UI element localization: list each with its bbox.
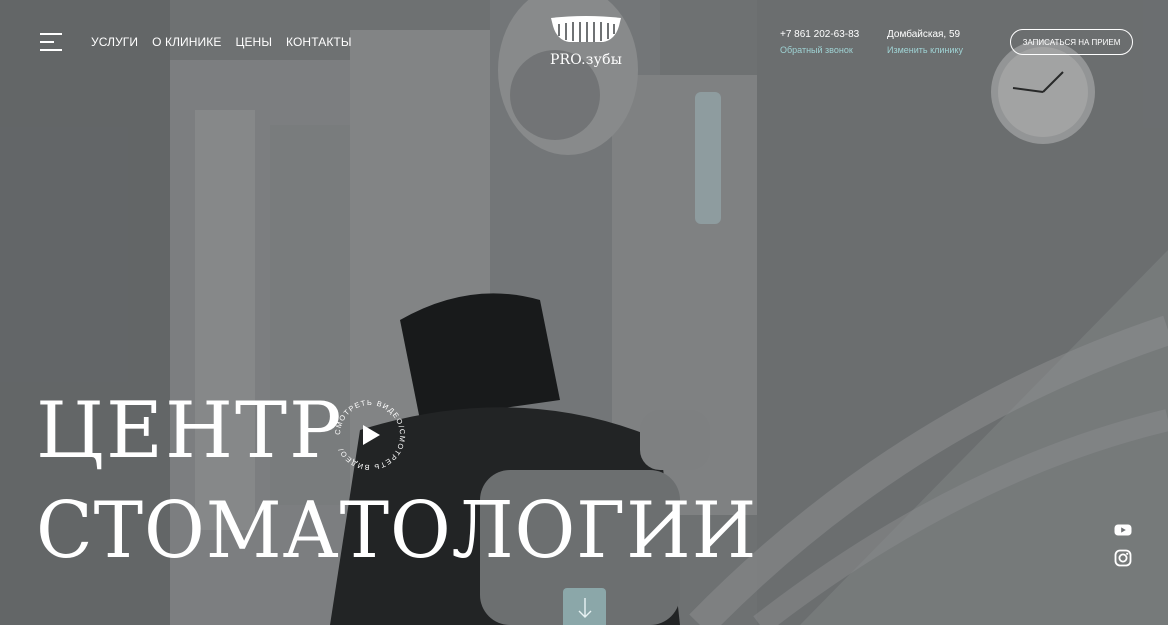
hero-headline: ЦЕНТР СТОМАТОЛОГИИ xyxy=(36,392,795,570)
video-ring: СМОТРЕТЬ ВИДЕО/СМОТРЕТЬ ВИДЕО/ xyxy=(333,398,406,472)
phone-block: +7 861 202-63-83 Обратный звонок xyxy=(780,29,859,55)
change-clinic-link[interactable]: Изменить клинику xyxy=(887,45,963,55)
nav-item-prices[interactable]: ЦЕНЫ xyxy=(235,35,272,49)
logo-text: PRO.зубы xyxy=(549,52,623,68)
address-text: Домбайская, 59 xyxy=(887,29,961,40)
nav-item-services[interactable]: УСЛУГИ xyxy=(91,35,138,49)
address-block: Домбайская, 59 Изменить клинику xyxy=(887,29,963,55)
arrow-down-icon xyxy=(578,598,591,618)
logo[interactable]: PRO.зубы xyxy=(546,16,626,68)
instagram-icon[interactable] xyxy=(1114,549,1132,567)
book-appointment-button[interactable]: ЗАПИСАТЬСЯ НА ПРИЕМ xyxy=(1010,29,1133,55)
menu-icon[interactable] xyxy=(40,33,64,51)
youtube-icon[interactable] xyxy=(1114,521,1132,539)
main-nav: УСЛУГИ О КЛИНИКЕ ЦЕНЫ КОНТАКТЫ xyxy=(91,35,352,49)
headline-line-2: СТОМАТОЛОГИИ xyxy=(36,486,758,576)
nav-item-about[interactable]: О КЛИНИКЕ xyxy=(152,35,221,49)
phone-number[interactable]: +7 861 202-63-83 xyxy=(780,29,859,40)
hero-section: УСЛУГИ О КЛИНИКЕ ЦЕНЫ КОНТАКТЫ PRO.зубы … xyxy=(0,0,1168,625)
watch-video-button[interactable]: СМОТРЕТЬ ВИДЕО/СМОТРЕТЬ ВИДЕО/ xyxy=(331,396,409,474)
play-icon xyxy=(363,425,380,445)
scroll-down-button[interactable] xyxy=(563,588,606,625)
callback-link[interactable]: Обратный звонок xyxy=(780,45,859,55)
teeth-logo-icon xyxy=(551,16,621,42)
headline-line-1: ЦЕНТР xyxy=(36,386,344,476)
nav-item-contacts[interactable]: КОНТАКТЫ xyxy=(286,35,352,49)
